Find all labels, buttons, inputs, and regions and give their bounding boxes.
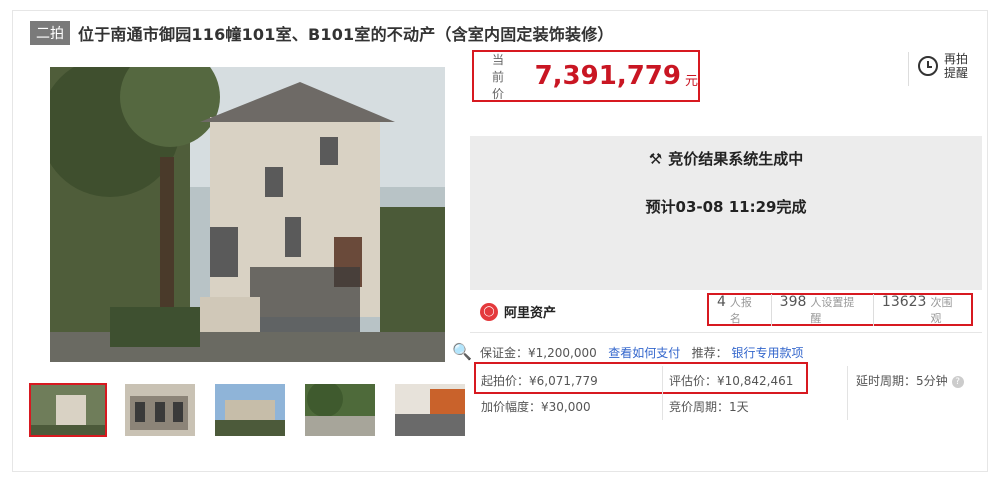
appraisal-label: 评估价： (669, 374, 718, 388)
divider (908, 52, 909, 86)
delay-period: 延时周期：5分钟? (856, 372, 964, 389)
stat-value: 398 (779, 293, 807, 310)
price-unit: 元 (684, 73, 698, 89)
thumbnail[interactable] (125, 384, 195, 436)
price-label: 当前价 (492, 52, 505, 101)
ali-assets-logo[interactable]: ◯ 阿里资产 (480, 302, 556, 321)
gavel-icon: ⚒ (648, 150, 663, 168)
zoom-icon[interactable]: 🔍 (452, 342, 472, 361)
deposit-row: 保证金：¥1,200,000 查看如何支付 推荐： 银行专用款项 (480, 344, 804, 361)
deposit-label: 保证金： (480, 346, 529, 360)
bid-cycle: 竞价周期：1天 (669, 398, 749, 415)
status-panel: ⚒ 竞价结果系统生成中 预计03-08 11:29完成 (470, 136, 982, 290)
remind-label: 再拍提醒 (944, 52, 969, 80)
thumbnail[interactable] (215, 384, 285, 436)
stat-signup: 4 人报名 (709, 294, 771, 326)
cycle-value: 1天 (729, 400, 749, 414)
ali-logo-icon: ◯ (480, 302, 498, 321)
thumbnail[interactable] (395, 384, 465, 436)
stat-value: 13623 (881, 293, 927, 310)
stat-views: 13623 次围观 (872, 293, 971, 326)
thumbnail[interactable] (29, 383, 107, 437)
delay-value: 5分钟 (916, 374, 948, 388)
start-price-value: ¥6,071,779 (529, 374, 598, 388)
appraisal-value: ¥10,842,461 (717, 374, 794, 388)
stats-box: 4 人报名 398 人设置提醒 13623 次围观 (707, 293, 973, 326)
recommend-label: 推荐： (691, 346, 728, 360)
stat-label: 人设置提醒 (810, 295, 855, 325)
status-subtitle: 预计03-08 11:29完成 (645, 198, 807, 216)
delay-label: 延时周期： (856, 374, 917, 388)
main-photo[interactable] (50, 67, 445, 362)
how-to-pay-link[interactable]: 查看如何支付 (608, 346, 680, 360)
current-price-box: 当前价 7,391,779 元 (472, 50, 700, 102)
cycle-label: 竞价周期： (669, 400, 730, 414)
clock-icon (918, 56, 938, 76)
appraisal-price: 评估价：¥10,842,461 (669, 372, 793, 389)
status-title: 竞价结果系统生成中 (668, 150, 804, 168)
stat-reminders: 398 人设置提醒 (770, 293, 873, 326)
status-title-row: ⚒ 竞价结果系统生成中 (470, 148, 982, 169)
stat-label: 人报名 (729, 295, 752, 325)
stat-label: 次围观 (930, 295, 953, 325)
divider (662, 366, 663, 420)
thumbnail[interactable] (305, 384, 375, 436)
start-price-label: 起拍价： (481, 374, 530, 388)
page-title: 位于南通市御园116幢101室、B101室的不动产（含室内固定装饰装修） (78, 25, 614, 44)
brand-name: 阿里资产 (504, 306, 557, 321)
divider (470, 332, 982, 333)
current-price: 7,391,779 (534, 61, 681, 91)
remind-button[interactable]: 再拍提醒 (918, 52, 970, 80)
stat-value: 4 (717, 293, 726, 310)
increment: 加价幅度：¥30,000 (481, 398, 591, 415)
title-row: 二拍 位于南通市御园116幢101室、B101室的不动产（含室内固定装饰装修） (30, 20, 614, 46)
divider (847, 366, 848, 420)
start-price: 起拍价：¥6,071,779 (481, 372, 598, 389)
help-icon[interactable]: ? (951, 375, 964, 388)
increment-value: ¥30,000 (541, 400, 591, 414)
bank-fund-link[interactable]: 银行专用款项 (732, 346, 804, 360)
round-tag: 二拍 (30, 21, 70, 45)
deposit-value: ¥1,200,000 (528, 346, 597, 360)
increment-label: 加价幅度： (481, 400, 542, 414)
